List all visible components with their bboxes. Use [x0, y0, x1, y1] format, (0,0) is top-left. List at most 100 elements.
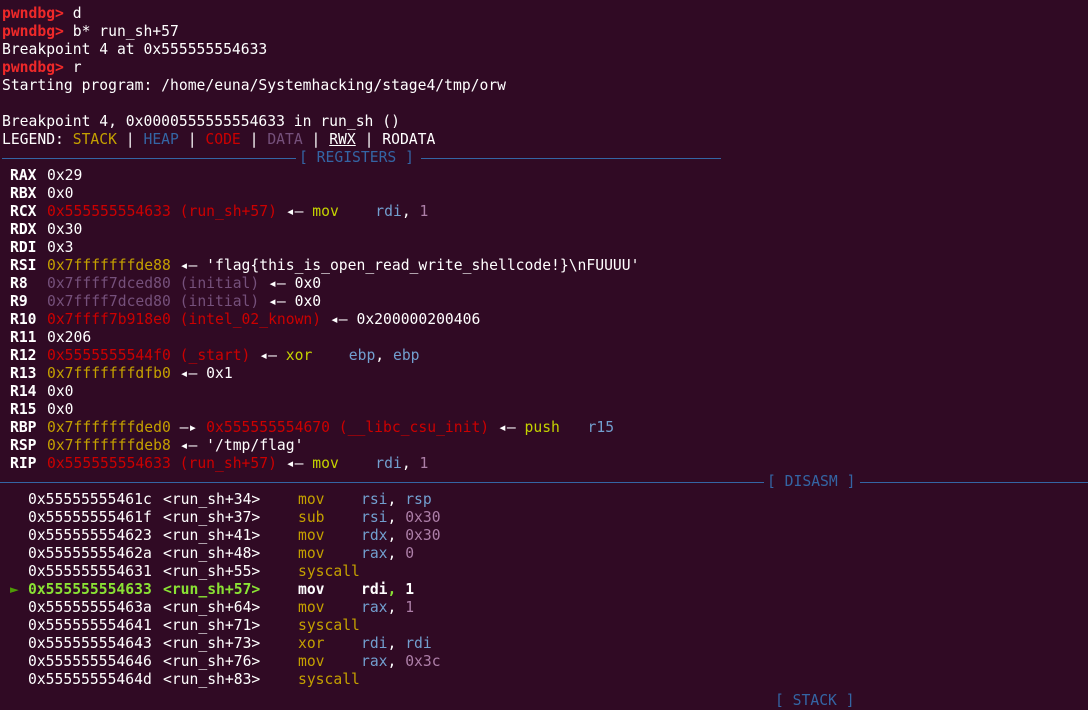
legend-label: LEGEND: [2, 131, 64, 148]
instruction-operand: rdi [375, 203, 402, 220]
legend-rodata: RODATA [382, 131, 436, 148]
instruction-symbol: <run_sh+55> [163, 563, 261, 580]
disasm-row: 0x555555554631 <run_sh+55> syscall [2, 563, 1088, 581]
instruction-operand: rax [361, 599, 388, 616]
instruction-operand: , [387, 599, 406, 616]
instruction-mnemonic: mov [298, 527, 325, 544]
instruction-symbol: <run_sh+73> [163, 635, 261, 652]
instruction-address: 0x555555554623 [28, 527, 152, 544]
instruction-address: 0x555555554646 [28, 653, 152, 670]
instruction-mnemonic: mov [298, 653, 325, 670]
stack-separator: [ STACK ] [2, 689, 1088, 709]
instruction-address: 0x55555555462a [28, 545, 152, 562]
register-deref: 0x0 [294, 275, 322, 292]
pointer-arrow: ◂— [179, 257, 198, 274]
instruction-address: 0x55555555464d [28, 671, 152, 688]
register-deref: 'flag{this_is_open_read_write_shellcode!… [206, 257, 640, 274]
current-instruction-marker: ► [10, 581, 19, 598]
register-value: 0x0 [47, 185, 74, 202]
register-name: RCX [10, 203, 37, 220]
register-name: R9 [10, 293, 28, 310]
register-value: 0x0 [47, 383, 74, 400]
instruction-operand: 1 [405, 581, 415, 598]
register-row: RIP 0x555555554633 (run_sh+57) ◂— mov rdi,… [2, 455, 1088, 473]
output-text: Breakpoint 4 at 0x555555554633 [2, 41, 268, 58]
instruction-symbol: <run_sh+37> [163, 509, 261, 526]
instruction-operand: rsi [361, 491, 388, 508]
register-name: R11 [10, 329, 37, 346]
instruction-symbol: <run_sh+41> [163, 527, 261, 544]
prompt: pwndbg> [2, 23, 64, 40]
instruction-operand: rsp [405, 491, 432, 508]
instruction-mnemonic: push [524, 419, 560, 436]
register-value: 0x7fffffffdeb8 [47, 437, 171, 454]
pointer-arrow: ◂— [179, 437, 198, 454]
stack-section-title: [ STACK ] [775, 692, 855, 709]
instruction-mnemonic: mov [298, 545, 325, 562]
disasm-row: 0x555555554641 <run_sh+71> syscall [2, 617, 1088, 635]
register-name: R15 [10, 401, 37, 418]
register-row: R9 0x7ffff7dced80 (initial) ◂— 0x0 [2, 293, 1088, 311]
register-row: RSI 0x7fffffffde88 ◂— 'flag{this_is_open_… [2, 257, 1088, 275]
instruction-operand: rsi [361, 509, 388, 526]
register-value: 0x555555554633 (run_sh+57) [47, 455, 277, 472]
command-text: d [63, 5, 82, 22]
instruction-operand: 0 [405, 545, 415, 562]
register-value: 0x0 [47, 401, 74, 418]
register-value: 0x29 [47, 167, 83, 184]
output-text: Breakpoint 4, 0x0000555555554633 in run_… [2, 113, 400, 130]
instruction-mnemonic: mov [298, 491, 325, 508]
instruction-operand: 1 [419, 455, 429, 472]
register-row: R8 0x7ffff7dced80 (initial) ◂— 0x0 [2, 275, 1088, 293]
instruction-operand: rax [361, 545, 388, 562]
register-value: 0x555555554633 (run_sh+57) [47, 203, 277, 220]
disasm-row: 0x55555555464d <run_sh+83> syscall [2, 671, 1088, 689]
instruction-address: 0x55555555461c [28, 491, 152, 508]
separator-rule [2, 158, 296, 159]
instruction-symbol: <run_sh+48> [163, 545, 261, 562]
terminal-line: Starting program: /home/euna/Systemhacki… [2, 77, 1088, 95]
pointer-arrow: ◂— [285, 203, 304, 220]
instruction-address: 0x555555554631 [28, 563, 152, 580]
terminal-line: pwndbg> b* run_sh+57 [2, 23, 1088, 41]
register-deref: '/tmp/flag' [206, 437, 304, 454]
register-deref: 0x0 [294, 293, 322, 310]
register-value: 0x7fffffffde88 [47, 257, 171, 274]
instruction-address: 0x555555554643 [28, 635, 152, 652]
register-row: R13 0x7fffffffdfb0 ◂— 0x1 [2, 365, 1088, 383]
instruction-operand: rdi [361, 635, 388, 652]
register-row: RBX 0x0 [2, 185, 1088, 203]
instruction-operand: 0x30 [405, 527, 441, 544]
legend-data: DATA [267, 131, 303, 148]
instruction-operand: , [387, 509, 406, 526]
instruction-operand: rax [361, 653, 388, 670]
instruction-operand: rdx [361, 527, 388, 544]
pointer-arrow: ◂— [179, 365, 198, 382]
register-row: R15 0x0 [2, 401, 1088, 419]
registers-separator: [ REGISTERS ] [2, 149, 1088, 167]
register-row: RDI 0x3 [2, 239, 1088, 257]
separator-rule [860, 482, 1088, 483]
terminal-window[interactable]: pwndbg> d pwndbg> b* run_sh+57 Breakpoin… [0, 5, 1088, 709]
register-row: RDX 0x30 [2, 221, 1088, 239]
instruction-operand: 1 [405, 599, 415, 616]
register-value: 0x7ffff7b918e0 (intel_02_known) [47, 311, 322, 328]
register-name: R14 [10, 383, 37, 400]
disasm-row: 0x55555555462a <run_sh+48> mov rax, 0 [2, 545, 1088, 563]
register-name: RSI [10, 257, 37, 274]
register-row: RBP 0x7fffffffded0 —▸ 0x555555554670 (__l… [2, 419, 1088, 437]
output-text: Starting program: /home/euna/Systemhacki… [2, 77, 507, 94]
instruction-symbol: <run_sh+57> [163, 581, 261, 598]
instruction-operand: , [387, 491, 406, 508]
instruction-symbol: <run_sh+64> [163, 599, 261, 616]
legend-sep: | [240, 131, 268, 148]
pointer-arrow: ◂— [329, 311, 348, 328]
disasm-row-current: ► 0x555555554633 <run_sh+57> mov rdi, 1 [2, 581, 1088, 599]
terminal-line: pwndbg> d [2, 5, 1088, 23]
register-row: RSP 0x7fffffffdeb8 ◂— '/tmp/flag' [2, 437, 1088, 455]
register-name: RBX [10, 185, 37, 202]
register-row: R14 0x0 [2, 383, 1088, 401]
register-deref: 0x200000200406 [356, 311, 481, 328]
prompt: pwndbg> [2, 5, 64, 22]
